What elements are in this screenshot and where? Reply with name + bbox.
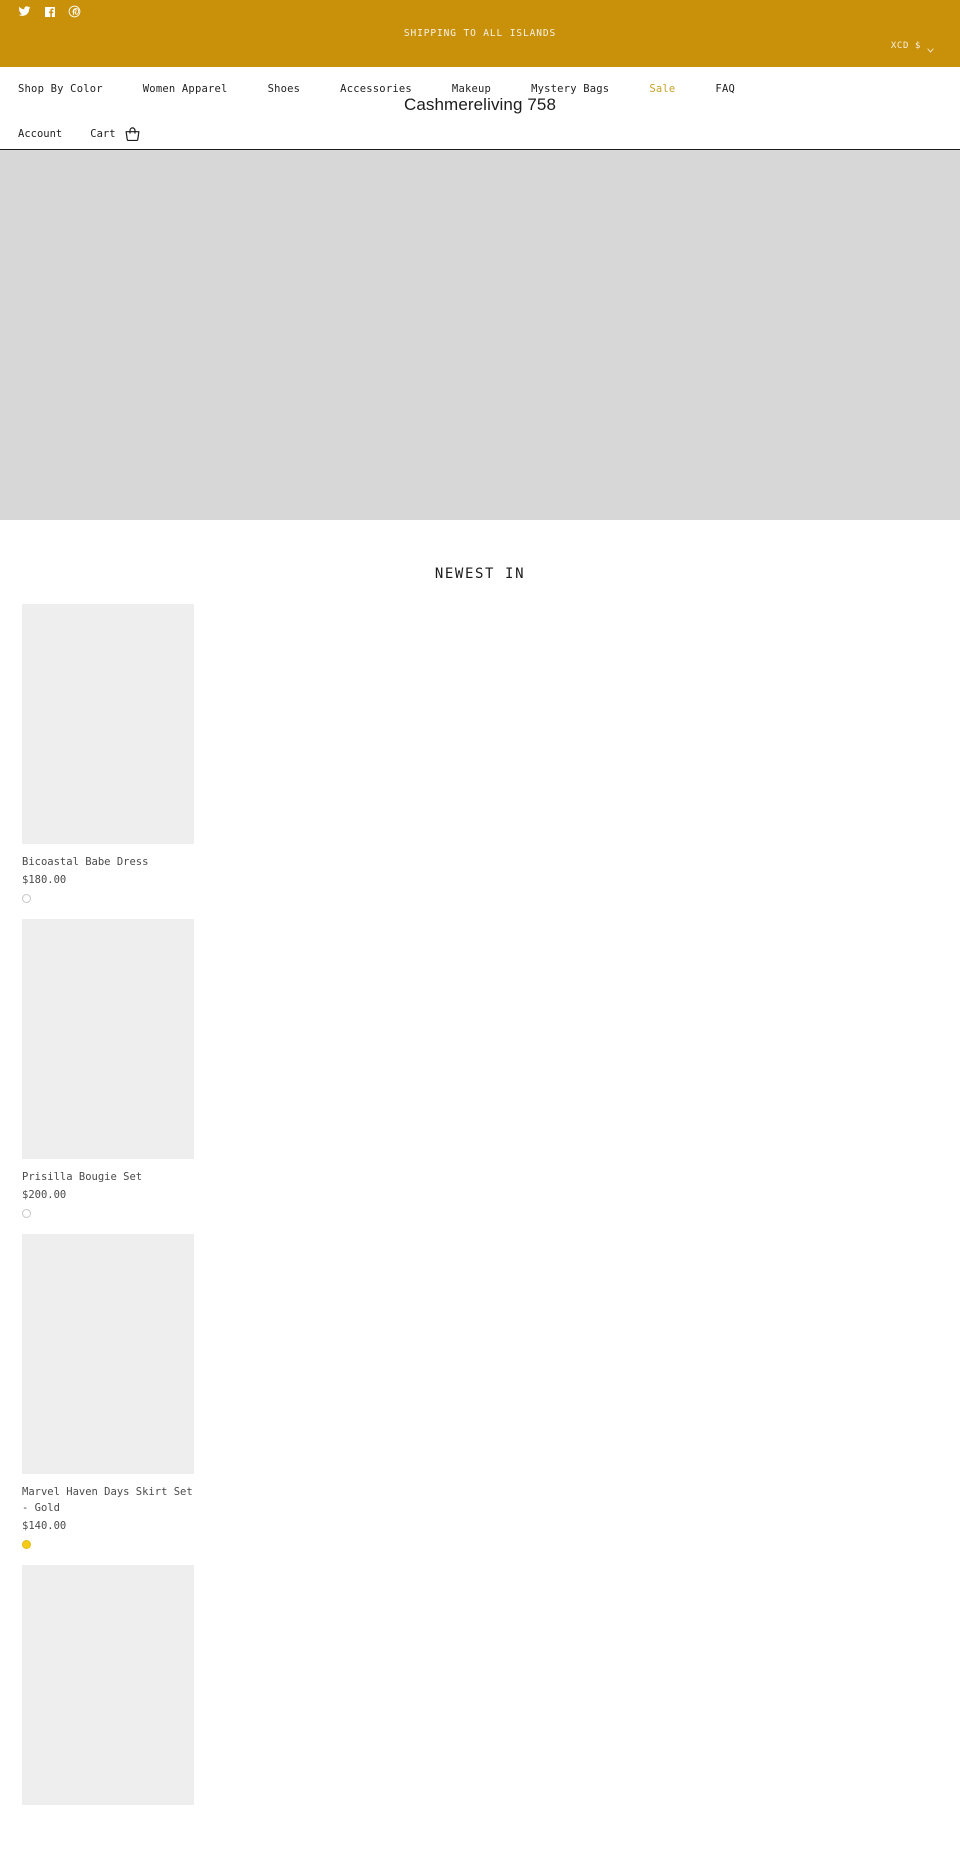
color-swatch[interactable]: [22, 894, 31, 903]
currency-label: XCD $: [890, 41, 921, 51]
product-grid: Bicoastal Babe Dress $180.00 Prisilla Bo…: [0, 592, 960, 1805]
product-swatches: [22, 1540, 194, 1549]
product-title: Bicoastal Babe Dress: [22, 856, 149, 868]
shopping-bag-icon: [124, 126, 141, 143]
product-image[interactable]: [22, 1565, 194, 1805]
chevron-down-icon: [926, 46, 935, 55]
product-card[interactable]: Marvel Haven Days Skirt Set - Gold $140.…: [22, 1234, 194, 1549]
cart-link[interactable]: Cart: [90, 125, 140, 142]
section-title-newest-in: NEWEST IN: [434, 566, 526, 582]
secondary-navigation: Account Cart: [18, 125, 169, 142]
announcement-message: SHIPPING TO ALL ISLANDS: [403, 28, 557, 39]
account-link[interactable]: Account: [18, 128, 62, 140]
product-swatches: [22, 1209, 194, 1218]
product-price: $200.00: [22, 1189, 67, 1201]
social-links: [18, 5, 81, 18]
product-image[interactable]: [22, 1234, 194, 1474]
product-image[interactable]: [22, 919, 194, 1159]
hero-banner[interactable]: [0, 150, 960, 520]
color-swatch[interactable]: [22, 1209, 31, 1218]
site-header: Shop By Color Women Apparel Shoes Access…: [0, 67, 960, 150]
product-card[interactable]: [22, 1565, 194, 1805]
currency-selector[interactable]: XCD $: [890, 41, 935, 53]
twitter-icon[interactable]: [18, 5, 31, 18]
cart-label: Cart: [90, 127, 116, 140]
facebook-icon[interactable]: [43, 5, 56, 18]
product-price: $140.00: [22, 1520, 67, 1532]
product-card[interactable]: Prisilla Bougie Set $200.00: [22, 919, 194, 1218]
product-title: Marvel Haven Days Skirt Set - Gold: [22, 1486, 193, 1514]
product-swatches: [22, 894, 194, 903]
pinterest-icon[interactable]: [68, 5, 81, 18]
product-image[interactable]: [22, 604, 194, 844]
color-swatch[interactable]: [22, 1540, 31, 1549]
product-title: Prisilla Bougie Set: [22, 1171, 143, 1183]
product-card[interactable]: Bicoastal Babe Dress $180.00: [22, 604, 194, 903]
announcement-bar: SHIPPING TO ALL ISLANDS XCD $: [0, 0, 960, 67]
product-price: $180.00: [22, 874, 67, 886]
main-content: NEWEST IN Bicoastal Babe Dress $180.00 P…: [0, 520, 960, 1805]
site-title[interactable]: Cashmereliving 758: [0, 95, 960, 115]
